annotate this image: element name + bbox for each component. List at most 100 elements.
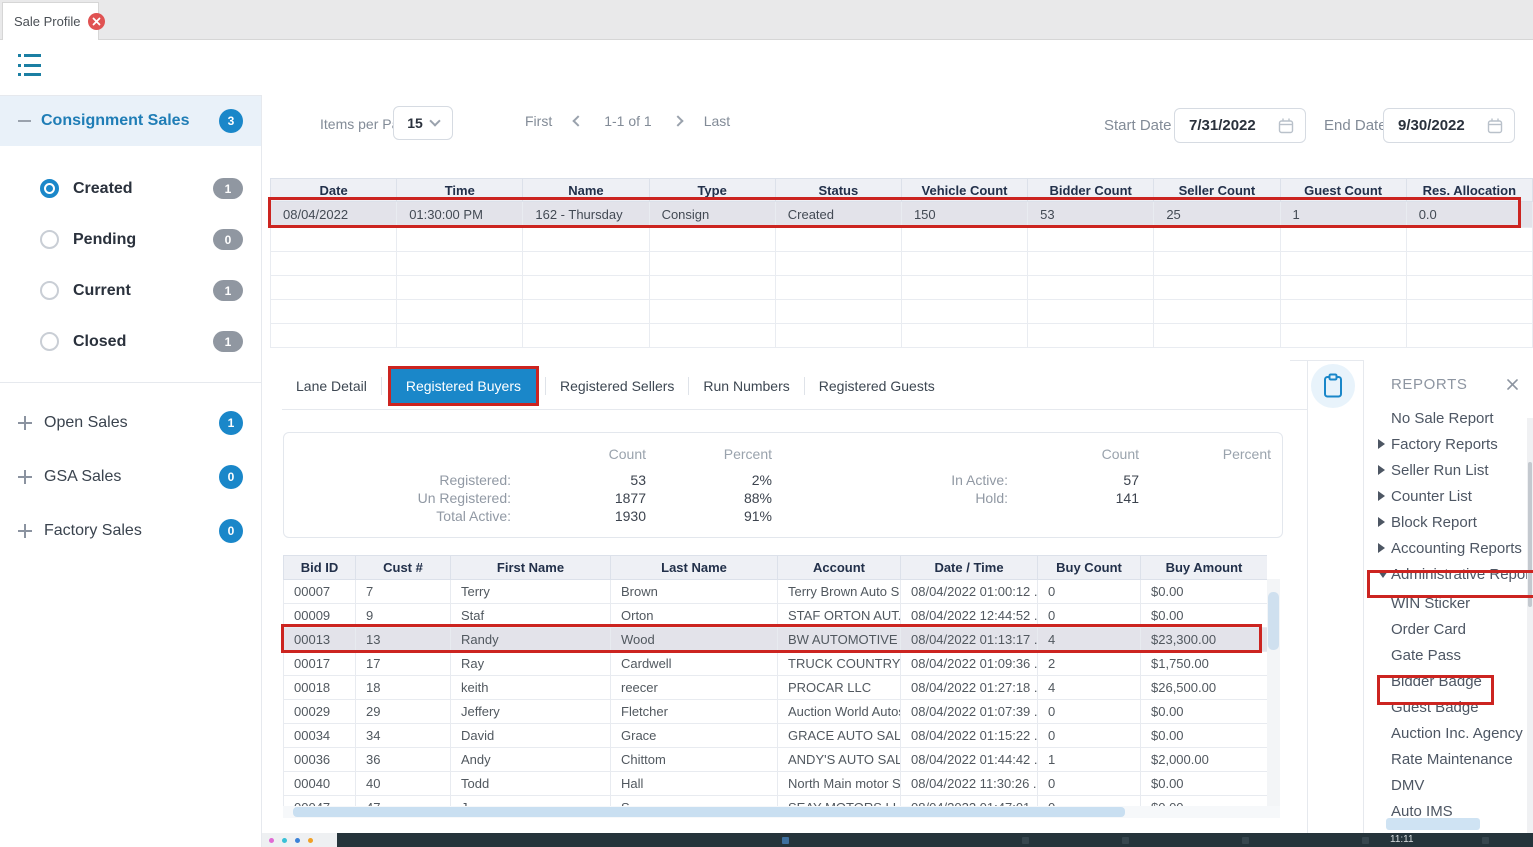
tab-close-icon[interactable] <box>88 13 105 30</box>
buyers-horizontal-scrollbar[interactable] <box>283 806 1280 818</box>
col-buy-amount[interactable]: Buy Amount <box>1141 556 1268 580</box>
taskbar-icon[interactable] <box>1242 837 1249 844</box>
tab-registered-sellers[interactable]: Registered Sellers <box>546 378 688 394</box>
tab-registered-guests[interactable]: Registered Guests <box>805 378 949 394</box>
sidebar-item-open-sales[interactable]: Open Sales 1 <box>18 411 243 435</box>
close-icon[interactable] <box>1506 378 1519 391</box>
expand-plus-icon[interactable] <box>18 470 32 484</box>
report-item-seller-run-list[interactable]: Seller Run List <box>1364 457 1533 483</box>
buyers-vertical-scrollbar[interactable] <box>1267 579 1280 806</box>
col-vehicle-count[interactable]: Vehicle Count <box>901 179 1027 202</box>
sidebar-section-consignment-sales[interactable]: Consignment Sales 3 <box>0 96 261 146</box>
col-buy-count[interactable]: Buy Count <box>1038 556 1141 580</box>
col-res-allocation[interactable]: Res. Allocation <box>1406 179 1532 202</box>
report-item-block-report[interactable]: Block Report <box>1364 509 1533 535</box>
expand-plus-icon[interactable] <box>18 524 32 538</box>
expand-plus-icon[interactable] <box>18 416 32 430</box>
radio-item-created[interactable]: Created 1 <box>40 178 243 199</box>
radio-item-current[interactable]: Current 1 <box>40 280 243 301</box>
chevron-left-icon[interactable] <box>573 115 584 126</box>
col-name[interactable]: Name <box>523 179 649 202</box>
buyer-row[interactable]: 0001717RayCardwellTRUCK COUNTRY ...08/04… <box>284 652 1268 676</box>
col-bid-id[interactable]: Bid ID <box>284 556 356 580</box>
buyer-row[interactable]: 0003434DavidGraceGRACE AUTO SALE...08/04… <box>284 724 1268 748</box>
tab-sale-profile[interactable]: Sale Profile <box>2 2 99 40</box>
buyer-row-highlighted[interactable]: 0001313RandyWoodBW AUTOMOTIVE ...08/04/2… <box>284 628 1268 652</box>
report-item-accounting-reports[interactable]: Accounting Reports <box>1364 535 1533 561</box>
report-item-counter-list[interactable]: Counter List <box>1364 483 1533 509</box>
col-last-name[interactable]: Last Name <box>611 556 778 580</box>
col-time[interactable]: Time <box>397 179 523 202</box>
taskbar-icon[interactable] <box>1122 837 1129 844</box>
triangle-right-icon[interactable] <box>1378 491 1391 501</box>
taskbar-icon[interactable] <box>1022 837 1029 844</box>
triangle-right-icon[interactable] <box>1378 543 1391 553</box>
radio-item-closed[interactable]: Closed 1 <box>40 331 243 352</box>
end-date-input[interactable]: 9/30/2022 <box>1383 108 1515 143</box>
triangle-right-icon[interactable] <box>1378 439 1391 449</box>
scrollbar-thumb[interactable] <box>1528 462 1532 607</box>
scrollbar-thumb[interactable] <box>1268 592 1279 650</box>
report-item-bidder-badge[interactable]: Bidder Badge <box>1364 668 1533 694</box>
report-item-auction-inc-agency[interactable]: Auction Inc. Agency <box>1364 720 1533 746</box>
reports-horizontal-scrollbar[interactable] <box>1386 818 1480 830</box>
reports-clipboard-icon[interactable] <box>1311 364 1355 408</box>
report-item-win-sticker[interactable]: WIN Sticker <box>1364 590 1533 616</box>
items-per-page-select[interactable]: 15 <box>393 106 453 140</box>
report-item-administrative-reports[interactable]: Administrative Reports <box>1364 561 1533 587</box>
triangle-right-icon[interactable] <box>1378 465 1391 475</box>
col-type[interactable]: Type <box>649 179 775 202</box>
col-date-time[interactable]: Date / Time <box>901 556 1038 580</box>
col-date[interactable]: Date <box>271 179 397 202</box>
col-status[interactable]: Status <box>775 179 901 202</box>
triangle-right-icon[interactable] <box>1378 517 1391 527</box>
tab-run-numbers[interactable]: Run Numbers <box>689 378 803 394</box>
buyer-row[interactable]: 000099StafOrtonSTAF ORTON AUT...08/04/20… <box>284 604 1268 628</box>
report-item-order-card[interactable]: Order Card <box>1364 616 1533 642</box>
radio-icon[interactable] <box>40 332 59 351</box>
scrollbar-thumb[interactable] <box>293 807 1125 817</box>
menu-icon[interactable] <box>18 54 44 76</box>
taskbar-icon[interactable] <box>782 837 789 844</box>
radio-icon-selected[interactable] <box>40 179 59 198</box>
reports-vertical-scrollbar[interactable] <box>1527 418 1533 833</box>
report-item-dmv[interactable]: DMV <box>1364 772 1533 798</box>
radio-icon[interactable] <box>40 230 59 249</box>
col-cust-num[interactable]: Cust # <box>356 556 451 580</box>
buyer-row[interactable]: 000077TerryBrownTerry Brown Auto S...08/… <box>284 580 1268 604</box>
buyer-row[interactable]: 0002929JefferyFletcherAuction World Auto… <box>284 700 1268 724</box>
buyer-row[interactable]: 0003636AndyChittomANDY'S AUTO SAL...08/0… <box>284 748 1268 772</box>
app-icon[interactable] <box>269 838 274 843</box>
pagination-first[interactable]: First <box>525 113 552 129</box>
app-icon[interactable] <box>282 838 287 843</box>
buyer-row[interactable]: 0004040ToddHallNorth Main motor S...08/0… <box>284 772 1268 796</box>
buyer-row[interactable]: 0001818keithreecerPROCAR LLC08/04/2022 0… <box>284 676 1268 700</box>
taskbar-icon[interactable] <box>1482 837 1489 844</box>
start-date-input[interactable]: 7/31/2022 <box>1174 108 1306 143</box>
radio-item-pending[interactable]: Pending 0 <box>40 229 243 250</box>
sales-row-selected[interactable]: 08/04/2022 01:30:00 PM 162 - Thursday Co… <box>271 202 1533 228</box>
sidebar-item-gsa-sales[interactable]: GSA Sales 0 <box>18 465 243 489</box>
taskbar-app-icons[interactable] <box>262 833 337 847</box>
triangle-down-icon[interactable] <box>1378 571 1391 578</box>
report-item-rate-maintenance[interactable]: Rate Maintenance <box>1364 746 1533 772</box>
taskbar-icon[interactable] <box>1362 837 1369 844</box>
tab-lane-detail[interactable]: Lane Detail <box>282 378 381 394</box>
radio-icon[interactable] <box>40 281 59 300</box>
app-icon[interactable] <box>308 838 313 843</box>
buyer-row-partial[interactable]: 0004747J...S...SEAY MOTORS LLC...08/04/2… <box>284 796 1268 807</box>
report-item-factory-reports[interactable]: Factory Reports <box>1364 431 1533 457</box>
col-bidder-count[interactable]: Bidder Count <box>1028 179 1154 202</box>
pagination-last[interactable]: Last <box>704 113 730 129</box>
col-account[interactable]: Account <box>778 556 901 580</box>
app-icon[interactable] <box>295 838 300 843</box>
col-seller-count[interactable]: Seller Count <box>1154 179 1280 202</box>
col-guest-count[interactable]: Guest Count <box>1280 179 1406 202</box>
report-item-no-sale-report[interactable]: No Sale Report <box>1364 405 1533 431</box>
report-item-gate-pass[interactable]: Gate Pass <box>1364 642 1533 668</box>
report-item-guest-badge[interactable]: Guest Badge <box>1364 694 1533 720</box>
tab-registered-buyers[interactable]: Registered Buyers <box>388 366 539 406</box>
chevron-right-icon[interactable] <box>672 115 683 126</box>
sidebar-item-factory-sales[interactable]: Factory Sales 0 <box>18 519 243 543</box>
col-first-name[interactable]: First Name <box>451 556 611 580</box>
